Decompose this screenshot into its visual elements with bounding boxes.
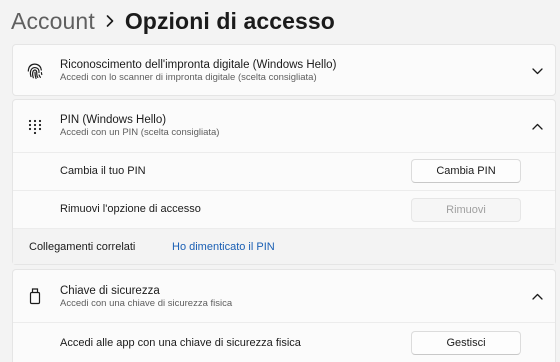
security-key-title: Chiave di sicurezza	[60, 285, 160, 297]
change-pin-row: Cambia il tuo PIN Cambia PIN	[13, 152, 555, 190]
keypad-icon	[23, 114, 47, 138]
fingerprint-text: Riconoscimento dell'impronta digitale (W…	[60, 58, 336, 84]
usb-key-icon	[23, 284, 47, 308]
security-key-manage-row: Accedi alle app con una chiave di sicure…	[13, 322, 555, 362]
fingerprint-subtitle: Accedi con lo scanner di impronta digita…	[60, 72, 317, 83]
pin-text: PIN (Windows Hello) Accedi con un PIN (s…	[60, 113, 219, 139]
change-pin-label: Cambia il tuo PIN	[60, 165, 146, 177]
pin-title: PIN (Windows Hello)	[60, 114, 167, 126]
fingerprint-card: Riconoscimento dell'impronta digitale (W…	[12, 44, 556, 96]
related-links-row: Collegamenti correlati Ho dimenticato il…	[13, 228, 555, 264]
change-pin-button[interactable]: Cambia PIN	[411, 159, 521, 183]
chevron-up-icon[interactable]	[531, 120, 543, 132]
chevron-up-icon[interactable]	[531, 290, 543, 302]
chevron-down-icon[interactable]	[531, 65, 543, 77]
remove-pin-label: Rimuovi l'opzione di accesso	[60, 203, 201, 215]
security-key-subtitle: Accedi con una chiave di sicurezza fisic…	[60, 298, 233, 309]
security-key-card: Chiave di sicurezza Accedi con una chiav…	[12, 269, 556, 362]
fingerprint-header[interactable]: Riconoscimento dell'impronta digitale (W…	[13, 45, 555, 97]
fingerprint-icon	[23, 59, 47, 83]
manage-security-key-button[interactable]: Gestisci	[411, 331, 521, 355]
security-key-text: Chiave di sicurezza Accedi con una chiav…	[60, 284, 232, 310]
page-title: Opzioni di accesso	[124, 7, 335, 34]
remove-pin-button[interactable]: Rimuovi	[411, 198, 521, 222]
breadcrumb: Account Opzioni di accesso	[11, 4, 335, 38]
forgot-pin-link[interactable]: Ho dimenticato il PIN	[172, 241, 275, 253]
related-links-label: Collegamenti correlati	[29, 241, 136, 253]
fingerprint-title: Riconoscimento dell'impronta digitale (W…	[60, 59, 337, 71]
chevron-right-icon	[95, 15, 125, 27]
security-key-manage-label: Accedi alle app con una chiave di sicure…	[60, 337, 301, 349]
pin-header[interactable]: PIN (Windows Hello) Accedi con un PIN (s…	[13, 100, 555, 152]
security-key-header[interactable]: Chiave di sicurezza Accedi con una chiav…	[13, 270, 555, 322]
pin-subtitle: Accedi con un PIN (scelta consigliata)	[60, 127, 220, 138]
remove-pin-row: Rimuovi l'opzione di accesso Rimuovi	[13, 190, 555, 228]
sign-in-options-page: Account Opzioni di accesso Riconosciment	[0, 0, 560, 362]
pin-card: PIN (Windows Hello) Accedi con un PIN (s…	[12, 99, 556, 265]
breadcrumb-account-link[interactable]: Account	[11, 8, 95, 35]
